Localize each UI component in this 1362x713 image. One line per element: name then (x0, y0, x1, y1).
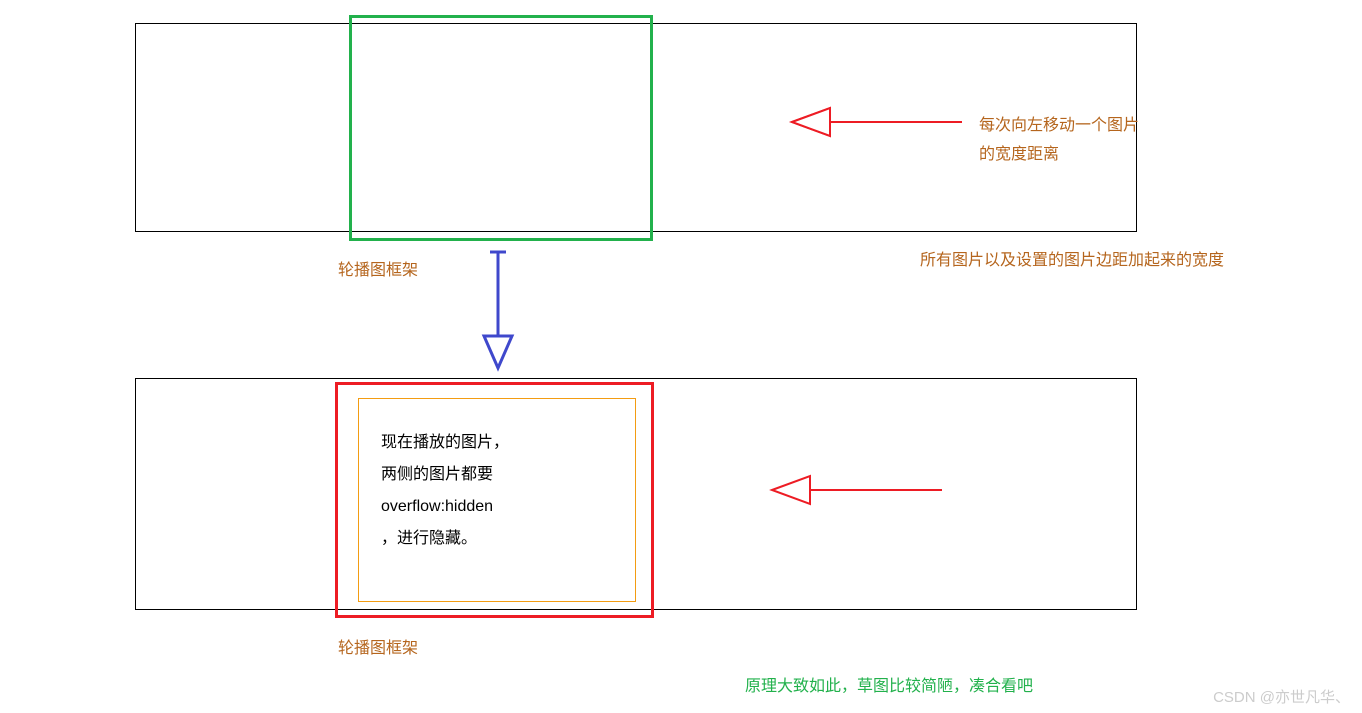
inner-note-line4: ，进行隐藏。 (381, 523, 613, 555)
inner-note-line1: 现在播放的图片， (381, 427, 613, 459)
footer-note: 原理大致如此，草图比较简陋，凑合看吧 (745, 672, 1033, 696)
arrow-left-red-top (790, 102, 965, 142)
label-move-left: 每次向左移动一个图片的宽度距离 (979, 112, 1149, 170)
label-carousel-frame-bottom: 轮播图框架 (338, 634, 418, 658)
arrow-down-blue (476, 246, 520, 371)
label-carousel-frame-top: 轮播图框架 (338, 256, 418, 280)
arrow-left-red-bottom (770, 470, 945, 510)
current-image-box: 现在播放的图片， 两侧的图片都要 overflow:hidden ，进行隐藏。 (358, 398, 636, 602)
label-full-width: 所有图片以及设置的图片边距加起来的宽度 (920, 247, 1240, 276)
inner-note-line3: overflow:hidden (381, 491, 613, 523)
viewport-frame-top (349, 15, 653, 241)
watermark: CSDN @亦世凡华、 (1213, 686, 1350, 707)
inner-note-line2: 两侧的图片都要 (381, 459, 613, 491)
